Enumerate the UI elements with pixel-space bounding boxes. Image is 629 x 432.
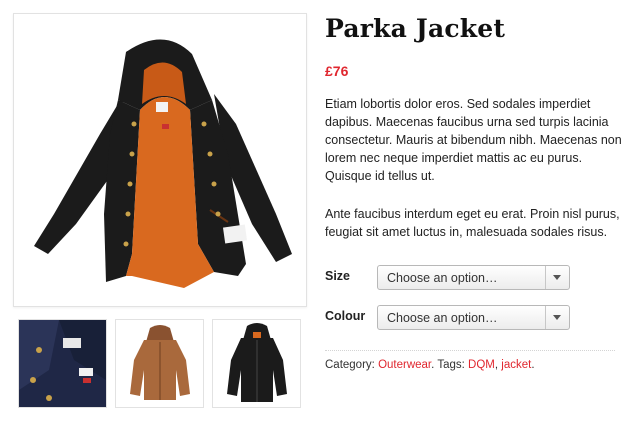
colour-select-toggle[interactable] [545, 306, 569, 329]
meta-end: . [531, 359, 535, 371]
thumbnail-navy-collar[interactable] [18, 319, 107, 408]
colour-select[interactable]: Choose an option… [377, 305, 570, 330]
product-description-paragraph-2: Ante faucibus interdum eget eu erat. Pro… [325, 207, 620, 239]
category-label: Category: [325, 359, 375, 371]
product-meta: Category: Outerwear. Tags: DQM, jacket. [325, 359, 535, 371]
tan-parka-image [116, 320, 203, 407]
tag-link-dqm[interactable]: DQM [468, 359, 495, 371]
chevron-down-icon [553, 315, 561, 320]
main-product-image[interactable] [13, 13, 307, 307]
parka-open-illustration [34, 39, 292, 288]
meta-separator: . [431, 359, 435, 371]
size-select-value: Choose an option… [387, 271, 498, 285]
tag-separator: , [494, 359, 499, 371]
navy-jacket-collar-image [19, 320, 106, 407]
meta-divider [325, 350, 615, 351]
size-select-toggle[interactable] [545, 266, 569, 289]
chevron-down-icon [553, 275, 561, 280]
thumbnail-black-parka[interactable] [212, 319, 301, 408]
thumbnail-tan-parka[interactable] [115, 319, 204, 408]
size-label: Size [325, 269, 351, 283]
product-description-paragraph-1: Etiam lobortis dolor eros. Sed sodales i… [325, 97, 622, 183]
size-select[interactable]: Choose an option… [377, 265, 570, 290]
tags-label: Tags: [437, 359, 465, 371]
colour-select-value: Choose an option… [387, 311, 498, 325]
product-price: £76 [325, 63, 349, 79]
colour-label: Colour [325, 309, 366, 323]
tag-link-jacket[interactable]: jacket [501, 359, 531, 371]
black-parka-image [213, 320, 300, 407]
category-link[interactable]: Outerwear [378, 359, 431, 371]
product-title: Parka Jacket [325, 14, 506, 43]
